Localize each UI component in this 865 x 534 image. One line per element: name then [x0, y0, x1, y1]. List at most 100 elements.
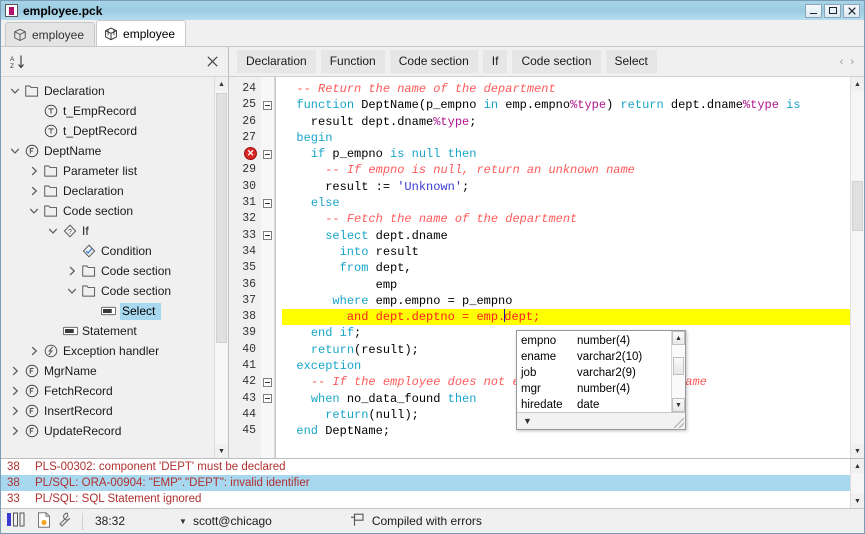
close-button[interactable] [843, 3, 860, 18]
tree-node-insertrecord[interactable]: InsertRecord [1, 401, 214, 421]
editor-vertical-scrollbar[interactable]: ▲ ▼ [850, 77, 864, 458]
autocomplete-popup[interactable]: empno number(4) ename varchar2(10) job varcha… [516, 330, 686, 430]
fold-toggle[interactable] [261, 195, 274, 211]
tree-node-fetchrecord[interactable]: FetchRecord [1, 381, 214, 401]
tree-vertical-scrollbar[interactable]: ▲ ▼ [214, 77, 228, 458]
code-line[interactable]: select dept.dname [282, 228, 850, 244]
code-line[interactable]: begin [282, 130, 850, 146]
tree-node-t-emprecord[interactable]: t_EmpRecord [1, 101, 214, 121]
breadcrumb-item-if[interactable]: If [482, 50, 508, 73]
resize-grip-icon[interactable] [674, 418, 684, 428]
scroll-up-icon[interactable]: ▲ [215, 77, 228, 91]
code-line[interactable]: where emp.empno = p_empno [282, 293, 850, 309]
minimize-button[interactable] [805, 3, 822, 18]
tree-node-statement[interactable]: Statement [1, 321, 214, 341]
chevron-right-icon[interactable] [7, 423, 23, 439]
error-row[interactable]: 38 PLS-00302: component 'DEPT' must be de… [1, 459, 850, 475]
scroll-track[interactable] [851, 91, 864, 444]
code-line[interactable]: else [282, 195, 850, 211]
code-line[interactable]: from dept, [282, 260, 850, 276]
tree-node-updaterecord[interactable]: UpdateRecord [1, 421, 214, 441]
fold-toggle[interactable] [261, 228, 274, 244]
scroll-track[interactable] [851, 473, 864, 494]
tab-employee-spec[interactable]: employee [5, 22, 96, 46]
tree-node-condition[interactable]: Condition [1, 241, 214, 261]
collapse-icon[interactable] [263, 198, 272, 208]
chevron-right-icon[interactable] [26, 163, 42, 179]
code-line[interactable]: emp [282, 277, 850, 293]
collapse-icon[interactable] [263, 231, 272, 241]
tree-node-parameter-list[interactable]: Parameter list [1, 161, 214, 181]
tree-node-select[interactable]: Select [1, 301, 214, 321]
wrench-icon[interactable] [57, 512, 72, 530]
breadcrumb-item-function[interactable]: Function [320, 50, 385, 73]
fold-toggle[interactable] [261, 391, 274, 407]
collapse-icon[interactable] [263, 149, 272, 159]
code-line[interactable]: function DeptName(p_empno in emp.empno%t… [282, 97, 850, 113]
tree-node-t-deptrecord[interactable]: t_DeptRecord [1, 121, 214, 141]
chevron-down-icon[interactable] [64, 283, 80, 299]
collapse-icon[interactable] [263, 377, 272, 387]
tree-node-deptname[interactable]: DeptName [1, 141, 214, 161]
tree-node-mgrname[interactable]: MgrName [1, 361, 214, 381]
maximize-button[interactable] [824, 3, 841, 18]
scroll-thumb[interactable] [673, 356, 684, 375]
collapse-icon[interactable] [263, 394, 272, 404]
autocomplete-list[interactable]: empno number(4) ename varchar2(10) job varcha… [517, 331, 671, 412]
chevron-right-icon[interactable] [26, 343, 42, 359]
close-pane-icon[interactable] [204, 54, 220, 70]
code-folding-column[interactable] [261, 77, 275, 458]
tree-node-exception-handler[interactable]: Exception handler [1, 341, 214, 361]
breadcrumb-item-code-section[interactable]: Code section [512, 50, 601, 73]
autocomplete-item[interactable]: job varchar2(9) [521, 365, 671, 381]
code-editor[interactable]: 24 25 26 27 ✕ 29 30 31 32 33 34 35 36 37 38 39 40 41 42 43 4… [229, 76, 864, 458]
autocomplete-footer[interactable]: ▼ [517, 412, 685, 429]
scroll-track[interactable] [215, 91, 228, 444]
code-line[interactable]: -- If empno is null, return an unknown n… [282, 162, 850, 178]
expand-down-icon[interactable]: ▼ [523, 416, 532, 426]
code-line[interactable]: into result [282, 244, 850, 260]
error-row[interactable]: 33 PL/SQL: SQL Statement ignored [1, 491, 850, 507]
scroll-down-icon[interactable]: ▼ [672, 398, 685, 412]
fold-toggle[interactable] [261, 374, 274, 390]
tree-node-declaration[interactable]: Declaration [1, 181, 214, 201]
breadcrumb-item-code-section[interactable]: Code section [389, 50, 478, 73]
scroll-down-icon[interactable]: ▼ [851, 444, 864, 458]
tree-node-declaration[interactable]: Declaration [1, 81, 214, 101]
code-line[interactable]: -- Fetch the name of the department [282, 211, 850, 227]
scroll-up-icon[interactable]: ▲ [851, 77, 864, 91]
connection-selector[interactable]: ▼ scott@chicago [179, 514, 272, 528]
code-line[interactable]: result dept.dname%type; [282, 114, 850, 130]
scroll-down-icon[interactable]: ▼ [215, 444, 228, 458]
breadcrumb-nav-arrows[interactable]: ‹ › [840, 56, 856, 68]
chevron-down-icon[interactable] [7, 83, 23, 99]
error-icon[interactable]: ✕ [244, 147, 257, 161]
error-row[interactable]: 38 PL/SQL: ORA-00904: "EMP"."DEPT": inval… [1, 475, 850, 491]
sort-az-icon[interactable]: A Z [8, 53, 26, 71]
chevron-down-icon[interactable]: ▼ [179, 517, 187, 526]
autocomplete-item[interactable]: ename varchar2(10) [521, 349, 671, 365]
chevron-down-icon[interactable] [7, 143, 23, 159]
breadcrumb-item-select[interactable]: Select [605, 50, 657, 73]
scroll-down-icon[interactable]: ▼ [851, 494, 864, 508]
autocomplete-item[interactable]: mgr number(4) [521, 381, 671, 397]
autocomplete-item[interactable]: hiredate date [521, 397, 671, 413]
error-list[interactable]: 38 PLS-00302: component 'DEPT' must be de… [1, 459, 850, 508]
breadcrumb-item-declaration[interactable]: Declaration [237, 50, 316, 73]
tree-node-code-section[interactable]: Code section [1, 281, 214, 301]
tab-employee-body[interactable]: employee [96, 20, 187, 46]
chevron-down-icon[interactable] [45, 223, 61, 239]
chevron-right-icon[interactable] [7, 383, 23, 399]
collapse-icon[interactable] [263, 100, 272, 110]
code-line[interactable]: -- Return the name of the department [282, 81, 850, 97]
scroll-track[interactable] [672, 345, 685, 398]
scroll-up-icon[interactable]: ▲ [672, 331, 685, 345]
chevron-right-icon[interactable] [64, 263, 80, 279]
autocomplete-item[interactable]: empno number(4) [521, 333, 671, 349]
new-file-icon[interactable] [37, 511, 51, 531]
chevron-right-icon[interactable] [7, 363, 23, 379]
fold-toggle[interactable] [261, 97, 274, 113]
error-vertical-scrollbar[interactable]: ▲ ▼ [850, 459, 864, 508]
scroll-thumb[interactable] [852, 181, 863, 231]
tree-node-code-section[interactable]: Code section [1, 261, 214, 281]
